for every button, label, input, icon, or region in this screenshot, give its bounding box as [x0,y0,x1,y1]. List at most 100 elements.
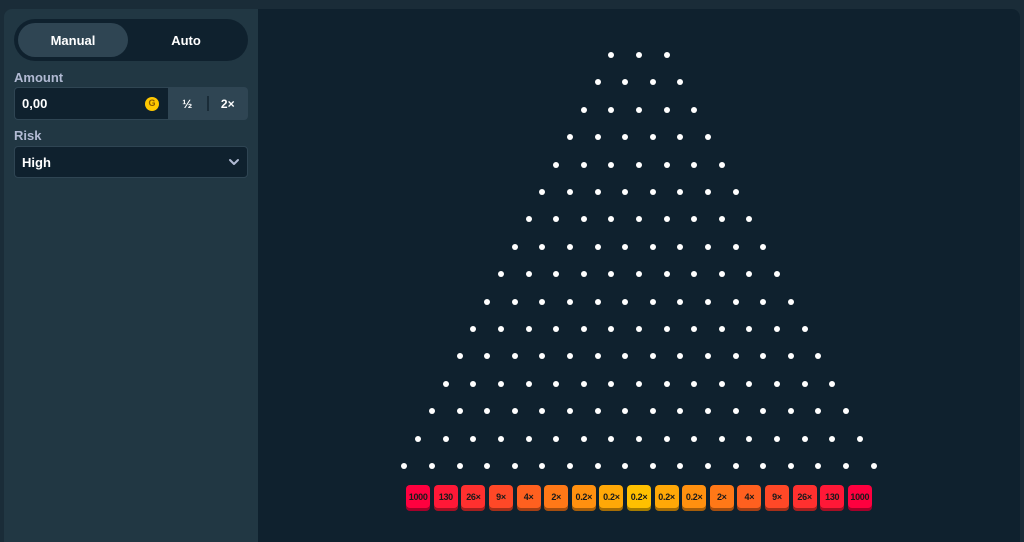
peg [801,380,808,387]
peg [456,353,463,360]
peg [787,298,794,305]
peg [774,326,780,332]
plinko-board-area: 1000 130 26× 9× 4× 2× 0.2× 0.2× 0.2× 0.2× 0.2× 2× 4×… [258,9,1020,542]
peg [580,106,587,113]
peg [539,353,546,360]
peg [539,463,546,469]
peg [622,243,629,250]
peg [511,353,518,360]
peg [553,271,560,278]
multiplier-bucket: 9× [765,485,789,508]
peg [815,463,822,469]
peg [594,189,601,195]
peg [567,134,573,141]
peg [843,408,849,415]
peg [691,380,698,387]
peg [553,435,560,442]
risk-value: High [22,154,51,170]
peg [525,435,532,442]
peg [636,271,642,278]
peg [718,380,725,387]
peg [401,463,408,469]
peg [732,353,739,360]
peg [732,189,739,195]
peg [429,408,435,415]
peg [677,298,684,305]
peg [636,216,642,223]
tab-manual[interactable]: Manual [18,23,128,57]
peg [691,161,698,168]
peg [594,134,601,141]
peg [649,79,656,86]
peg [746,435,753,442]
peg [608,271,615,278]
peg [732,243,739,250]
peg [553,216,560,223]
peg [732,298,739,305]
double-amount-button[interactable]: 2× [209,88,248,119]
peg [746,326,753,332]
multiplier-bucket: 9× [489,485,513,508]
plinko-board: 1000 130 26× 9× 4× 2× 0.2× 0.2× 0.2× 0.2× 0.2× 2× 4×… [258,9,1020,542]
peg [415,435,422,442]
chevron-down-icon [228,156,240,168]
peg [663,216,670,223]
peg [567,298,573,305]
peg [470,435,477,442]
peg [705,189,711,195]
peg [663,106,670,113]
peg [705,463,711,469]
peg [539,189,546,195]
peg [539,243,546,250]
peg [539,408,546,415]
peg [580,326,587,332]
peg [718,326,725,332]
peg [732,408,739,415]
multiplier-bucket: 0.2× [627,485,651,508]
amount-input[interactable] [15,88,132,119]
multiplier-bucket: 0.2× [654,485,679,508]
risk-select[interactable]: High [14,146,248,178]
peg [484,463,491,469]
half-amount-button[interactable]: ½ [168,88,207,119]
peg [760,408,767,415]
peg [649,134,656,141]
peg [608,435,615,442]
peg [705,353,711,360]
peg [580,435,587,442]
peg [691,106,698,113]
peg [732,463,739,469]
peg [691,216,698,223]
peg [691,326,698,332]
multiplier-bucket: 26× [792,485,817,508]
peg [649,243,656,250]
peg [622,189,629,195]
peg [649,463,656,469]
peg [525,380,532,387]
peg [801,326,808,332]
peg [511,243,518,250]
peg [470,380,477,387]
peg [484,298,491,305]
peg [594,79,601,86]
peg [608,52,615,58]
peg [677,79,684,86]
peg [553,161,560,168]
peg [718,161,725,168]
peg [594,353,601,360]
peg [622,134,629,141]
peg [442,380,449,387]
peg [636,380,642,387]
peg [498,435,504,442]
peg [511,298,518,305]
peg [636,52,642,58]
peg [525,271,532,278]
peg [608,380,615,387]
peg [580,216,587,223]
peg [705,134,711,141]
peg [677,408,684,415]
peg [856,435,863,442]
peg [567,353,573,360]
tab-auto[interactable]: Auto [128,23,244,57]
peg [829,380,836,387]
